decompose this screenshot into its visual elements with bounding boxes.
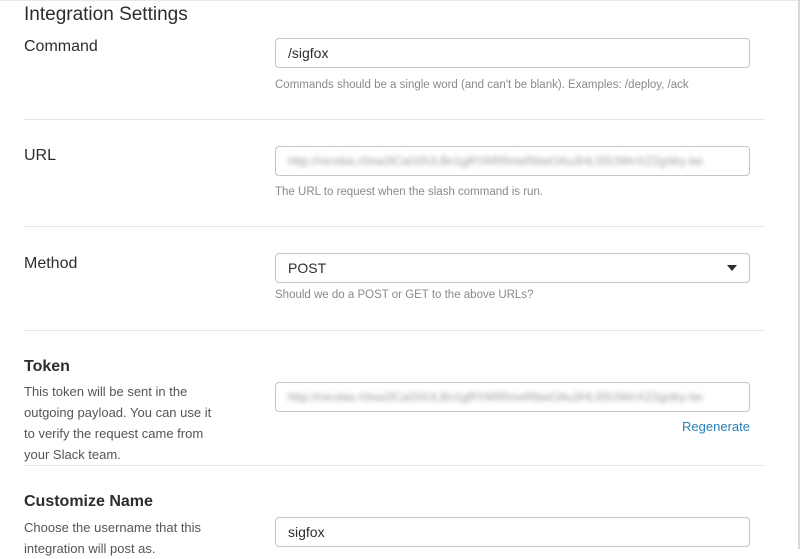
- divider: [24, 226, 765, 227]
- top-border: [0, 0, 800, 1]
- command-input[interactable]: /sigfox: [275, 38, 750, 68]
- token-input[interactable]: http://nicolas.r0xw2lCaG0ULBn1gRYARRmeRb…: [275, 382, 750, 412]
- regenerate-link[interactable]: Regenerate: [682, 419, 750, 434]
- divider: [24, 465, 765, 466]
- command-label: Command: [24, 38, 98, 55]
- token-value: http://nicolas.r0xw2lCaG0ULBn1gRYARRmeRb…: [288, 390, 703, 404]
- command-value: /sigfox: [288, 45, 329, 61]
- method-label: Method: [24, 255, 78, 272]
- command-help: Commands should be a single word (and ca…: [275, 79, 689, 91]
- url-help: The URL to request when the slash comman…: [275, 186, 544, 198]
- token-label: Token: [24, 358, 70, 375]
- url-label: URL: [24, 147, 57, 164]
- divider: [24, 119, 765, 120]
- customize-name-label: Customize Name: [24, 493, 153, 510]
- page-title: Integration Settings: [24, 4, 188, 25]
- username-value: sigfox: [288, 524, 325, 540]
- customize-name-description: Choose the username that this integratio…: [24, 520, 202, 556]
- url-input[interactable]: http://nicolas.r0xw2lCaG0ULBn1gRYARRmeRb…: [275, 146, 750, 176]
- method-help: Should we do a POST or GET to the above …: [275, 289, 534, 301]
- method-select[interactable]: POST: [275, 253, 750, 283]
- username-input[interactable]: sigfox: [275, 517, 750, 547]
- token-description: This token will be sent in the outgoing …: [24, 384, 212, 462]
- url-value: http://nicolas.r0xw2lCaG0ULBn1gRYARRmeRb…: [288, 154, 703, 168]
- divider: [24, 330, 765, 331]
- method-value: POST: [288, 260, 327, 276]
- chevron-down-icon: [727, 265, 737, 271]
